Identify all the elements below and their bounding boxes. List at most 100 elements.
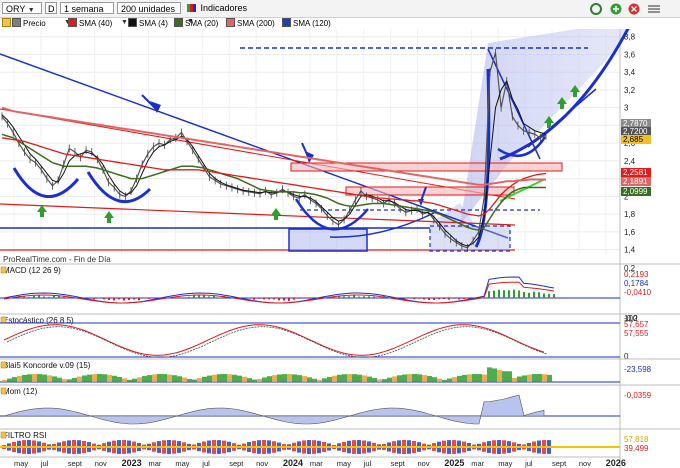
koncorde-bar [287,374,292,382]
koncorde-bar [27,374,32,382]
panel-close-icon[interactable] [0,316,7,324]
koncorde-bar [497,369,502,382]
koncorde-bar [397,375,402,382]
units-label: 200 unidades [121,4,176,14]
histogram-bar [33,295,35,298]
histogram-bar [353,295,355,298]
koncorde-bar [547,374,552,382]
koncorde-bar [482,374,487,382]
koncorde-bar [92,374,97,382]
price-label: 2,1891 [623,177,648,186]
koncorde-bar [252,379,257,382]
histogram-bar [413,298,415,300]
close-icon[interactable] [628,3,640,15]
legend-item-sma4[interactable]: SMA (4) [128,18,168,29]
koncorde-bar [542,374,547,382]
koncorde-bar [442,379,447,382]
histogram-bar [28,297,30,298]
histogram-bar [378,297,380,298]
y-tick-label: 2,4 [624,157,636,166]
y-tick-label: 3,4 [624,68,636,77]
panel-value-label: 39,499 [624,444,649,453]
legend-item-price[interactable]: Precio [12,18,46,29]
x-tick-label: sept [552,459,567,468]
histogram-bar [288,298,290,301]
koncorde-bar [507,371,512,382]
koncorde-bar [297,375,302,382]
koncorde-bar [32,374,37,382]
refresh-icon[interactable] [590,3,602,15]
resistance-zone-2 [345,186,515,196]
chart-svg[interactable]: 43,83,63,43,232,82,62,42,221,81,61,4 2,7… [0,29,680,468]
price-label: 2,0999 [623,187,648,196]
histogram-bar [113,298,115,301]
symbol-selector[interactable]: ORY ▼ [2,2,42,14]
histogram-bar [518,290,520,298]
histogram-bar [348,296,350,298]
legend-item-sma120[interactable]: SMA (120) [282,18,331,29]
koncorde-bar [172,375,177,382]
chart-area[interactable]: 43,83,63,43,232,82,62,42,221,81,61,4 2,7… [0,29,680,468]
koncorde-bar [407,374,412,382]
x-tick-label: jul [201,459,210,468]
koncorde-bar [222,374,227,382]
x-tick-label: nov [579,459,591,468]
x-tick-label: may [175,459,189,468]
koncorde-bar [437,378,442,382]
koncorde-bar [217,374,222,382]
koncorde-bar [57,377,62,382]
panel-close-icon[interactable] [0,431,7,439]
histogram-bar [448,298,450,300]
panel-close-icon[interactable] [0,361,7,369]
histogram-bar [203,295,205,298]
histogram-bar [503,290,505,298]
koncorde-bar [357,374,362,382]
indicators-button[interactable]: Indicadores ▼ [184,2,254,25]
koncorde-bar [72,377,77,382]
x-tick-label: 2024 [283,458,303,468]
legend-item-sma20[interactable]: SMA (20) [174,18,218,29]
koncorde-bar [22,374,27,382]
histogram-bar [218,297,220,298]
panel-value-label: 57,818 [624,435,649,444]
x-tick-label: sept [229,459,244,468]
koncorde-bar [532,374,537,382]
x-tick-label: jul [40,459,49,468]
koncorde-bar [347,374,352,382]
daily-toggle[interactable]: D [45,2,57,14]
legend-item-sma200[interactable]: SMA (200) [226,18,275,29]
price-label: 2,2581 [623,168,648,177]
menu-icon[interactable] [648,5,660,13]
add-icon[interactable] [610,3,622,15]
histogram-bar [513,289,515,298]
panel-value-label: -0,0410 [624,288,652,297]
koncorde-bar [257,378,262,382]
y-tick-label: 1,8 [624,210,636,219]
koncorde-bar [457,375,462,382]
koncorde-bar [447,378,452,382]
chevron-down-icon: ▼ [27,7,35,14]
koncorde-bar [142,376,147,382]
panel-close-icon[interactable] [0,266,7,274]
panel-close-icon[interactable] [0,387,7,395]
units-selector[interactable]: 200 unidades ▼ [117,2,181,26]
legend-swatch [174,18,183,27]
legend-swatch [226,18,235,27]
koncorde-bar [282,374,287,382]
koncorde-bar [462,374,467,382]
legend-item-sma40[interactable]: SMA (40) [68,18,112,29]
histogram-bar [103,298,105,300]
histogram-bar [263,298,265,300]
y-tick-label: 3,2 [624,86,636,95]
koncorde-bar [82,375,87,382]
period-selector[interactable]: 1 semana ▼ [60,2,114,26]
indicator-panels: MACD (12 26 9) 0,21930,1784-0,04100,2-0,2… [0,263,680,454]
x-tick-label: jul [524,459,533,468]
koncorde-bar [432,377,437,382]
histogram-bar [48,296,50,298]
panel-value-label: 57,555 [624,329,649,338]
koncorde-bar [62,379,67,382]
koncorde-bar [212,374,217,382]
koncorde-bar [187,378,192,382]
panel-value-label: -0,0359 [624,391,652,400]
